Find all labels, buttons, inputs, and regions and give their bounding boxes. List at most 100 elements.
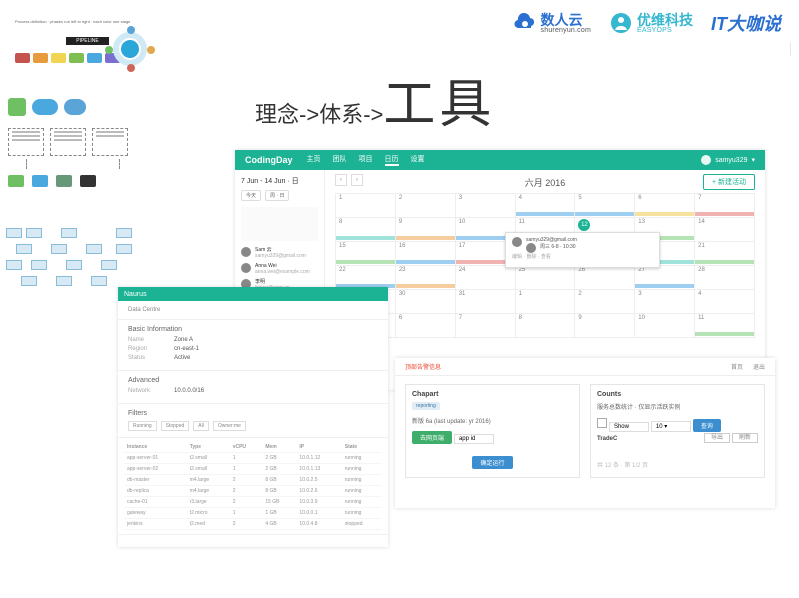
- cal-cell[interactable]: 31: [456, 290, 516, 314]
- form-breadcrumb: Data Centre: [128, 307, 160, 313]
- cal-cell[interactable]: 8: [336, 218, 396, 242]
- cal-cell[interactable]: 25: [516, 266, 576, 290]
- cal-cell[interactable]: 10: [635, 314, 695, 338]
- cal-nav-item[interactable]: 团队: [333, 154, 347, 166]
- filter-chip[interactable]: Running: [128, 421, 157, 431]
- cal-cell[interactable]: 16: [396, 242, 456, 266]
- table-row[interactable]: app-server-01t2.small12 GB10.0.1.12runni…: [124, 453, 382, 464]
- table-row[interactable]: cache-01r3.large215 GB10.0.3.9running: [124, 497, 382, 508]
- panel2-refresh-button[interactable]: 刷新: [732, 433, 758, 443]
- section-title: Advanced: [128, 377, 378, 384]
- table-cell: 10.0.0.1: [296, 508, 341, 519]
- cal-cell[interactable]: 8: [516, 314, 576, 338]
- cal-cell[interactable]: 4: [516, 194, 576, 218]
- cal-cell[interactable]: 4: [695, 290, 755, 314]
- field-list: Network10.0.0.0/16: [128, 388, 378, 394]
- cal-nav-item[interactable]: 项目: [359, 154, 373, 166]
- cal-cell[interactable]: 7: [456, 314, 516, 338]
- cal-cell[interactable]: 3: [456, 194, 516, 218]
- checkbox-icon[interactable]: [597, 418, 607, 428]
- table-header-cell: State: [342, 442, 382, 453]
- cal-cell[interactable]: 6: [635, 194, 695, 218]
- cal-side-button[interactable]: 今天: [241, 190, 261, 201]
- table-cell: 2 GB: [262, 453, 296, 464]
- cal-cell[interactable]: 30: [396, 290, 456, 314]
- form-section-adv: Advanced Network10.0.0.0/16: [118, 371, 388, 404]
- filter-chip[interactable]: Owner:me: [213, 421, 246, 431]
- table-cell: 1: [230, 508, 263, 519]
- user-icon: [701, 155, 711, 165]
- cal-cell[interactable]: 15: [336, 242, 396, 266]
- cal-cell[interactable]: 7: [695, 194, 755, 218]
- table-head: InstanceTypevCPUMemIPState: [124, 442, 382, 453]
- cal-add-button[interactable]: + 新建活动: [703, 174, 755, 190]
- cal-cell[interactable]: 28: [695, 266, 755, 290]
- cal-cell[interactable]: 6: [396, 314, 456, 338]
- logo-shurenyun: 数人云shurenyun.com: [513, 12, 591, 34]
- table-cell: running: [342, 453, 382, 464]
- cal-event-popup[interactable]: samyu329@gmail.com 周三 6-8 · 10:30 编辑 · 删…: [505, 232, 660, 268]
- panel2-title: Counts: [597, 391, 758, 398]
- panel-left: Chapart reporting 新版 6a (last update: yr…: [405, 384, 580, 478]
- table-row[interactable]: db-replicam4.large28 GB10.0.2.6running: [124, 486, 382, 497]
- table-cell: t2.med: [187, 519, 230, 530]
- cal-cell[interactable]: 1: [516, 290, 576, 314]
- cal-person[interactable]: Anna Weianna.wei@example.com: [241, 263, 318, 275]
- panel2-query-button[interactable]: 查询: [693, 419, 721, 432]
- table-cell: running: [342, 475, 382, 486]
- cal-cell[interactable]: 14: [695, 218, 755, 242]
- headline-p1: 理念: [255, 97, 299, 129]
- logo-a-cn: 数人云: [541, 13, 591, 27]
- table-row[interactable]: jenkinst2.med24 GB10.0.4.8stopped: [124, 519, 382, 530]
- table-header-cell: Type: [187, 442, 230, 453]
- cloud-icon: [513, 12, 537, 34]
- form-brand: Naurus: [124, 291, 147, 298]
- cal-cell[interactable]: 2: [396, 194, 456, 218]
- cal-cell[interactable]: 24: [456, 266, 516, 290]
- cal-cell[interactable]: 27: [635, 266, 695, 290]
- cal-nav-item[interactable]: 日历: [385, 154, 399, 166]
- popup-actions[interactable]: 编辑 · 删除 · 查看: [512, 253, 653, 260]
- panel-right: Counts 服务总数统计 · 仅显示活跃实例 Show 10 ▾ 查询 导出 …: [590, 384, 765, 478]
- cal-cell[interactable]: 26: [575, 266, 635, 290]
- panel1-primary-button[interactable]: 去网页端: [412, 431, 452, 444]
- cal-person[interactable]: Sam 云samyu329@gmail.com: [241, 247, 318, 259]
- cal-mini-calendar[interactable]: [241, 207, 318, 241]
- panel2-show-select[interactable]: 10 ▾: [651, 421, 691, 432]
- cal-next-button[interactable]: ›: [351, 174, 363, 186]
- cal-cell[interactable]: 23: [396, 266, 456, 290]
- filter-chip[interactable]: Stopped: [161, 421, 190, 431]
- cal-side-button[interactable]: 周 · 日: [265, 190, 289, 201]
- cal-nav-item[interactable]: 设置: [411, 154, 425, 166]
- filter-chip[interactable]: All: [193, 421, 209, 431]
- pill-icon: [64, 99, 86, 115]
- form-field: StatusActive: [128, 355, 378, 361]
- table-row[interactable]: app-server-02t2.small12 GB10.0.1.13runni…: [124, 464, 382, 475]
- form-section-basic: Basic Information NameZone ARegioncn-eas…: [118, 320, 388, 371]
- cal-cell[interactable]: 11: [695, 314, 755, 338]
- panel-link-logout[interactable]: 退出: [753, 362, 765, 371]
- table-header-cell: Instance: [124, 442, 187, 453]
- cal-cell[interactable]: 9: [396, 218, 456, 242]
- cal-cell[interactable]: 21: [695, 242, 755, 266]
- cal-cell[interactable]: 2: [575, 290, 635, 314]
- section-title: Basic Information: [128, 326, 378, 333]
- panel1-input[interactable]: app id: [454, 434, 494, 444]
- cal-nav-item[interactable]: 主页: [307, 154, 321, 166]
- cal-user[interactable]: samyu329 ▾: [701, 155, 755, 165]
- panel2-footer: 共 12 条 · 第 1/2 页: [597, 460, 758, 469]
- cal-prev-button[interactable]: ‹: [335, 174, 347, 186]
- panel1-run-button[interactable]: 确定运行: [472, 456, 512, 469]
- form-field: NameZone A: [128, 337, 378, 343]
- table-row[interactable]: db-masterm4.large28 GB10.0.2.5running: [124, 475, 382, 486]
- panel-link-home[interactable]: 首页: [731, 362, 743, 371]
- table-cell: 10.0.2.6: [296, 486, 341, 497]
- filter-chips[interactable]: Running StoppedAll Owner:me: [128, 421, 378, 431]
- table-row[interactable]: gatewayt2.micro11 GB10.0.0.1running: [124, 508, 382, 519]
- cal-cell[interactable]: 1: [336, 194, 396, 218]
- cal-cell[interactable]: 9: [575, 314, 635, 338]
- form-brandbar: Naurus: [118, 287, 388, 301]
- panel2-export-button[interactable]: 导出: [704, 433, 730, 443]
- cal-cell[interactable]: 5: [575, 194, 635, 218]
- cal-cell[interactable]: 3: [635, 290, 695, 314]
